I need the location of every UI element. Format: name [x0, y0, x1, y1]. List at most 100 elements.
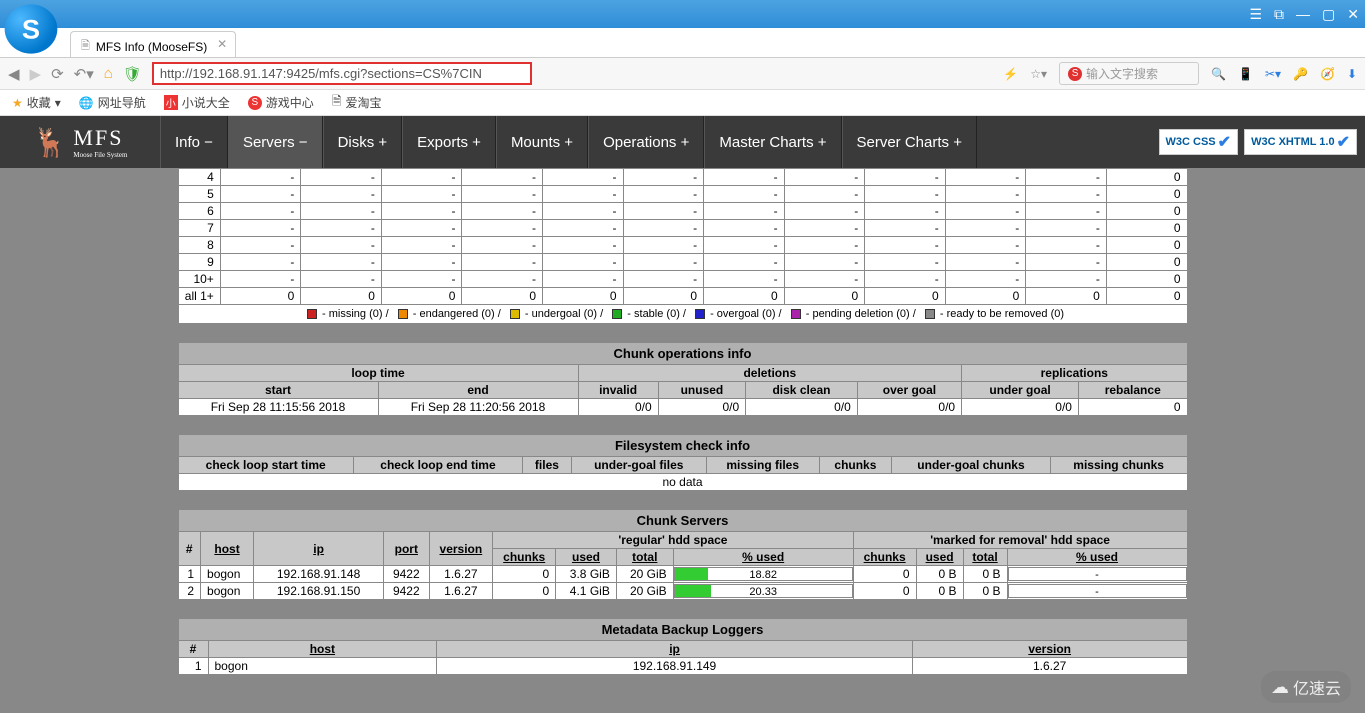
devices-icon[interactable]: 📱: [1238, 67, 1253, 81]
col-port[interactable]: port: [384, 532, 429, 566]
fs-check-table: Filesystem check info check loop start t…: [178, 434, 1188, 491]
col-deletions: deletions: [578, 365, 962, 382]
nav-master-charts-[interactable]: Master Charts +: [704, 116, 841, 168]
w3c-css-badge[interactable]: W3C CSS✔: [1159, 129, 1239, 155]
goal-matrix-table: 4-----------05-----------06-----------07…: [178, 168, 1188, 324]
chunk-ops-row: Fri Sep 28 11:15:56 2018 Fri Sep 28 11:2…: [178, 399, 1187, 416]
loggers-table: Metadata Backup Loggers # host ip versio…: [178, 618, 1188, 675]
col-regular: 'regular' hdd space: [493, 532, 853, 549]
col-pused[interactable]: % used: [673, 549, 853, 566]
logger-row: 1bogon192.168.91.1491.6.27: [178, 658, 1187, 675]
tabs-icon[interactable]: ⧉: [1274, 6, 1284, 23]
nav-exports-[interactable]: Exports +: [402, 116, 496, 168]
compass-icon[interactable]: 🧭: [1320, 67, 1335, 81]
nav-disks-[interactable]: Disks +: [323, 116, 403, 168]
goal-row: 7-----------0: [178, 220, 1187, 237]
col-end: end: [378, 382, 578, 399]
chunk-ops-table: Chunk operations info loop time deletion…: [178, 342, 1188, 416]
goal-row: all 1+000000000000: [178, 288, 1187, 305]
check-icon: ✔: [1218, 132, 1231, 152]
col-unused: unused: [658, 382, 746, 399]
chunk-server-row: 2bogon192.168.91.15094221.6.27 04.1 GiB2…: [178, 583, 1187, 600]
chunk-ops-title: Chunk operations info: [178, 343, 1187, 365]
goal-row: 8-----------0: [178, 237, 1187, 254]
search-input[interactable]: S 输入文字搜索: [1059, 62, 1199, 85]
col-ip[interactable]: ip: [254, 532, 384, 566]
w3c-xhtml-badge[interactable]: W3C XHTML 1.0✔: [1244, 129, 1357, 155]
bookmark-novel[interactable]: 小小说大全: [164, 94, 230, 111]
reload-button[interactable]: ⟳: [51, 65, 64, 83]
book-icon: 小: [164, 95, 178, 110]
search-placeholder: 输入文字搜索: [1086, 65, 1158, 82]
col-mtotal[interactable]: total: [963, 549, 1007, 566]
col-diskclean: disk clean: [746, 382, 858, 399]
undo-button[interactable]: ↶▾: [74, 65, 94, 83]
col-num: #: [178, 641, 208, 658]
magnify-icon[interactable]: 🔍: [1211, 67, 1226, 81]
url-input[interactable]: http://192.168.91.147:9425/mfs.cgi?secti…: [152, 62, 532, 85]
nav-info-[interactable]: Info −: [160, 116, 228, 168]
col-replications: replications: [962, 365, 1187, 382]
col-version[interactable]: version: [429, 532, 493, 566]
goal-row: 6-----------0: [178, 203, 1187, 220]
bookmark-fav[interactable]: ★收藏▾: [12, 94, 61, 111]
fs-check-title: Filesystem check info: [178, 435, 1187, 457]
bookmark-taobao[interactable]: 🗎爱淘宝: [332, 92, 382, 113]
nav-mounts-[interactable]: Mounts +: [496, 116, 588, 168]
shield-icon[interactable]: 🛡: [123, 65, 142, 83]
minimize-icon[interactable]: —: [1296, 6, 1310, 22]
mfs-header: 🦌 MFSMoose File System Info −Servers −Di…: [0, 116, 1365, 168]
browser-logo: S: [5, 4, 58, 53]
bookmark-game[interactable]: S游戏中心: [248, 94, 314, 111]
fs-col: check loop end time: [353, 457, 522, 474]
goal-row: 10+-----------0: [178, 271, 1187, 288]
scissors-icon[interactable]: ✂▾: [1265, 67, 1281, 81]
star-icon: ★: [12, 96, 23, 110]
close-icon[interactable]: ✕: [1347, 6, 1359, 23]
goal-row: 4-----------0: [178, 169, 1187, 186]
nav-operations-[interactable]: Operations +: [588, 116, 704, 168]
col-mchunks[interactable]: chunks: [853, 549, 916, 566]
col-used[interactable]: used: [556, 549, 617, 566]
tab-close-icon[interactable]: ✕: [217, 37, 227, 51]
address-bar: ◀ ▶ ⟳ ↶▾ ⌂ 🛡 http://192.168.91.147:9425/…: [0, 58, 1365, 90]
flash-icon[interactable]: ⚡: [1003, 67, 1018, 81]
fs-check-nodata: no data: [178, 474, 1187, 491]
bookmark-nav[interactable]: 🌐网址导航: [79, 94, 146, 111]
goal-row: 5-----------0: [178, 186, 1187, 203]
col-ip[interactable]: ip: [437, 641, 913, 658]
browser-tab[interactable]: 🗎 MFS Info (MooseFS) ✕: [70, 31, 236, 57]
download-icon[interactable]: ⬇: [1347, 67, 1357, 81]
menu-icon[interactable]: ☰: [1249, 6, 1262, 23]
nav-server-charts-[interactable]: Server Charts +: [842, 116, 977, 168]
star-icon[interactable]: ☆▾: [1030, 67, 1047, 81]
col-host[interactable]: host: [201, 532, 254, 566]
col-invalid: invalid: [578, 382, 658, 399]
moose-icon: 🦌: [33, 126, 68, 159]
back-button[interactable]: ◀: [8, 65, 20, 83]
col-mused[interactable]: used: [916, 549, 963, 566]
fs-col: files: [523, 457, 572, 474]
forward-button[interactable]: ▶: [30, 65, 42, 83]
tab-bar: 🗎 MFS Info (MooseFS) ✕: [0, 28, 1365, 58]
doc-icon: 🗎: [332, 92, 342, 113]
col-chunks[interactable]: chunks: [493, 549, 556, 566]
game-icon: S: [248, 96, 262, 110]
col-start: start: [178, 382, 378, 399]
home-button[interactable]: ⌂: [104, 65, 113, 82]
col-total[interactable]: total: [616, 549, 673, 566]
fs-col: check loop start time: [178, 457, 353, 474]
fs-col: under-goal files: [571, 457, 706, 474]
col-rebalance: rebalance: [1078, 382, 1187, 399]
maximize-icon[interactable]: ▢: [1322, 6, 1335, 23]
bookmarks-bar: ★收藏▾ 🌐网址导航 小小说大全 S游戏中心 🗎爱淘宝: [0, 90, 1365, 116]
col-version[interactable]: version: [912, 641, 1187, 658]
key-icon[interactable]: 🔑: [1293, 67, 1308, 81]
col-host[interactable]: host: [208, 641, 437, 658]
nav-servers-[interactable]: Servers −: [228, 116, 323, 168]
legend-row: - missing (0) / - endangered (0) / - und…: [178, 305, 1187, 324]
chunk-servers-title: Chunk Servers: [178, 510, 1187, 532]
goal-row: 9-----------0: [178, 254, 1187, 271]
watermark: ☁亿速云: [1261, 671, 1351, 703]
col-mpused[interactable]: % used: [1007, 549, 1187, 566]
